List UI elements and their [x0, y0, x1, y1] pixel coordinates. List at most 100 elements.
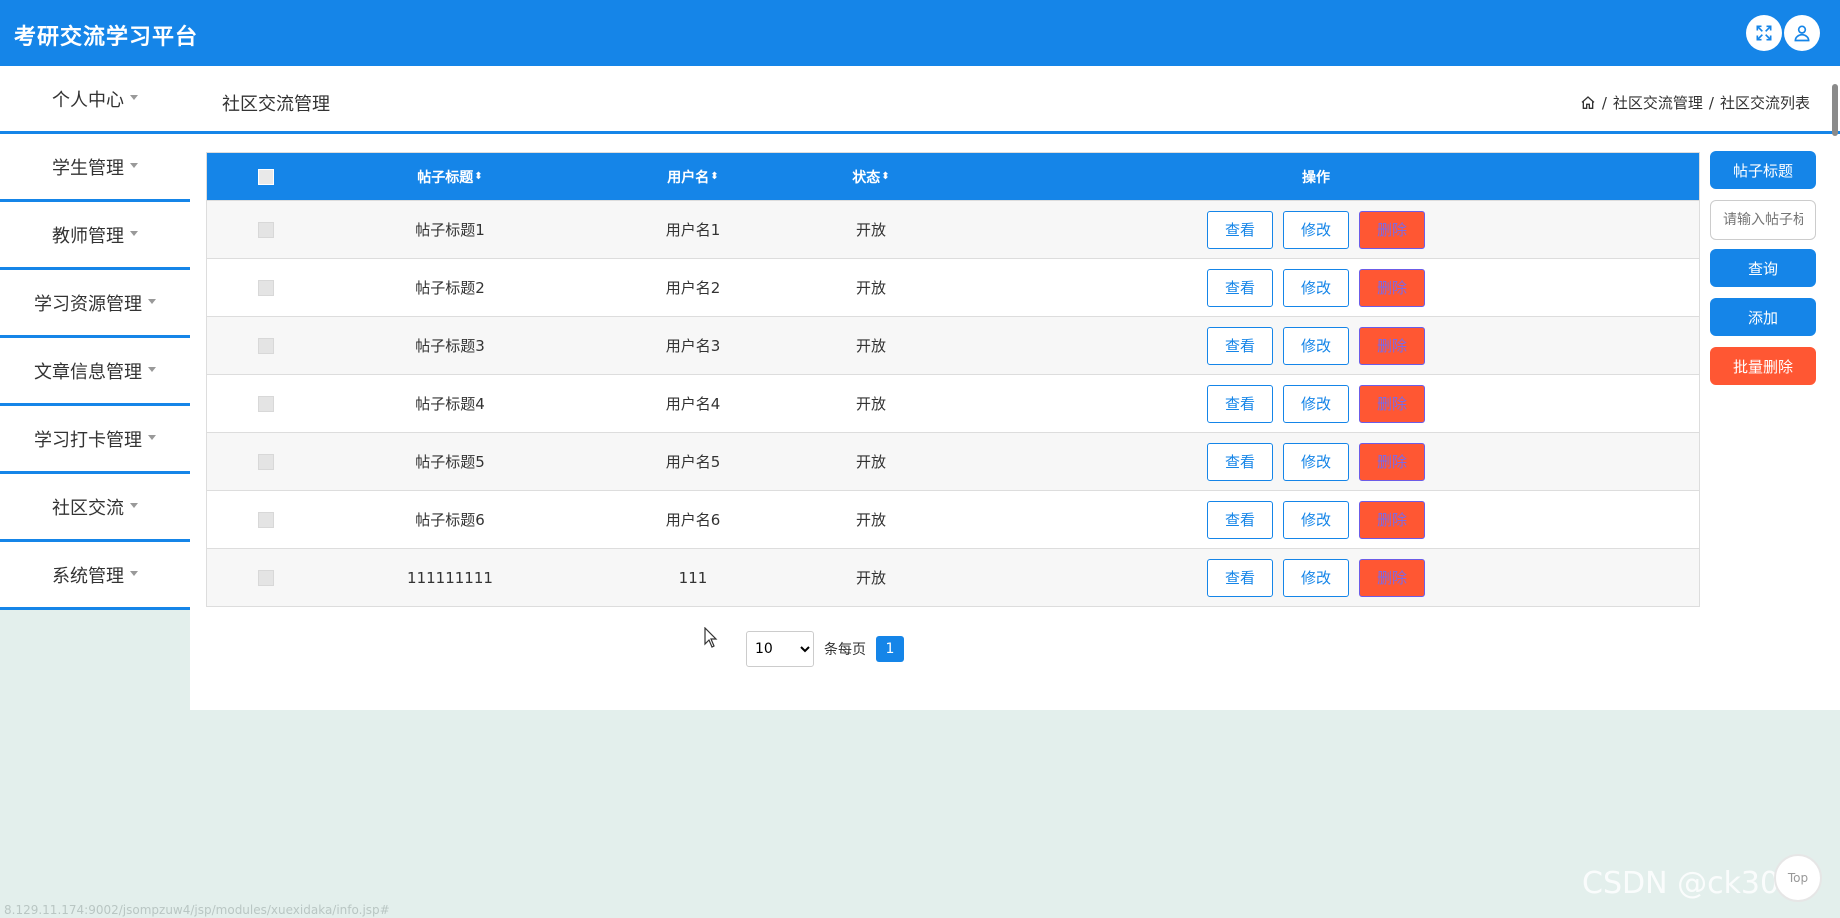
- delete-button[interactable]: 删除: [1359, 500, 1425, 539]
- page-number-button[interactable]: 1: [876, 636, 904, 662]
- cell-status: 开放: [855, 337, 886, 355]
- sidebar-item-community[interactable]: 社区交流: [0, 474, 190, 542]
- cell-user: 用户名4: [665, 395, 721, 413]
- page-size-select[interactable]: 10: [746, 631, 814, 667]
- sort-icon: ⬍: [474, 171, 483, 182]
- sidebar-item-label: 教师管理: [52, 225, 124, 247]
- fullscreen-button[interactable]: [1746, 15, 1782, 51]
- row-checkbox[interactable]: [258, 395, 274, 412]
- scrollbar-thumb[interactable]: [1832, 84, 1838, 136]
- sidebar-item-resources[interactable]: 学习资源管理: [0, 270, 190, 338]
- sidebar-item-system[interactable]: 系统管理: [0, 542, 190, 610]
- row-checkbox[interactable]: [258, 511, 274, 528]
- chevron-down-icon: [148, 435, 156, 440]
- field-label-button[interactable]: 帖子标题: [1710, 151, 1816, 189]
- table-row: 帖子标题2 用户名2 开放 查看 修改 删除: [207, 258, 1699, 316]
- delete-button[interactable]: 删除: [1359, 558, 1425, 597]
- row-checkbox[interactable]: [258, 279, 274, 296]
- edit-button[interactable]: 修改: [1283, 384, 1349, 423]
- delete-button[interactable]: 删除: [1359, 326, 1425, 365]
- back-to-top-button[interactable]: Top: [1774, 854, 1822, 902]
- cell-status: 开放: [855, 569, 886, 587]
- cell-status: 开放: [855, 279, 886, 297]
- row-checkbox[interactable]: [258, 453, 274, 470]
- main-content: 社区交流管理 / 社区交流管理 / 社区交流列表 帖子标题 ⬍ 用户名 ⬍ 状态 ⬍ …: [190, 66, 1840, 710]
- view-button[interactable]: 查看: [1207, 442, 1273, 481]
- view-button[interactable]: 查看: [1207, 384, 1273, 423]
- sidebar-item-personal-center[interactable]: 个人中心: [0, 66, 190, 134]
- chevron-down-icon: [130, 95, 138, 100]
- query-button[interactable]: 查询: [1710, 249, 1816, 287]
- view-button[interactable]: 查看: [1207, 210, 1273, 249]
- sidebar-item-label: 学习资源管理: [34, 293, 142, 315]
- breadcrumb-level1[interactable]: 社区交流管理: [1613, 92, 1703, 113]
- edit-button[interactable]: 修改: [1283, 210, 1349, 249]
- title-bar: 社区交流管理 / 社区交流管理 / 社区交流列表: [190, 66, 1840, 134]
- edit-button[interactable]: 修改: [1283, 326, 1349, 365]
- edit-button[interactable]: 修改: [1283, 442, 1349, 481]
- row-checkbox[interactable]: [258, 221, 274, 238]
- row-actions: 查看 修改 删除: [1202, 326, 1430, 365]
- cell-title: 111111111: [407, 568, 493, 587]
- view-button[interactable]: 查看: [1207, 268, 1273, 307]
- batch-delete-button[interactable]: 批量删除: [1710, 347, 1816, 385]
- breadcrumb: / 社区交流管理 / 社区交流列表: [1580, 92, 1810, 113]
- per-page-label: 条每页: [824, 642, 866, 658]
- breadcrumb-level2: 社区交流列表: [1719, 94, 1810, 112]
- cell-status: 开放: [855, 453, 886, 471]
- cell-status: 开放: [855, 395, 886, 413]
- column-header-title[interactable]: 帖子标题 ⬍: [325, 153, 575, 200]
- home-icon[interactable]: [1580, 95, 1596, 111]
- edit-button[interactable]: 修改: [1283, 500, 1349, 539]
- cell-title: 帖子标题5: [415, 453, 485, 471]
- status-bar-url: 8.129.11.174:9002/jsompzuw4/jsp/modules/…: [4, 903, 390, 917]
- column-header-status[interactable]: 状态 ⬍: [811, 153, 931, 200]
- mouse-cursor-icon: [704, 627, 718, 648]
- cell-title: 帖子标题4: [415, 395, 485, 413]
- view-button[interactable]: 查看: [1207, 558, 1273, 597]
- chevron-down-icon: [148, 299, 156, 304]
- edit-button[interactable]: 修改: [1283, 268, 1349, 307]
- row-actions: 查看 修改 删除: [1202, 558, 1430, 597]
- edit-button[interactable]: 修改: [1283, 558, 1349, 597]
- top-bar: 考研交流学习平台: [0, 0, 1840, 66]
- delete-button[interactable]: 删除: [1359, 442, 1425, 481]
- page-title: 社区交流管理: [222, 94, 330, 115]
- cell-title: 帖子标题6: [415, 511, 485, 529]
- chevron-down-icon: [130, 231, 138, 236]
- sidebar-item-teachers[interactable]: 教师管理: [0, 202, 190, 270]
- sidebar-item-students[interactable]: 学生管理: [0, 134, 190, 202]
- cell-status: 开放: [855, 221, 886, 239]
- expand-icon: [1756, 25, 1772, 41]
- sidebar-item-label: 学生管理: [52, 157, 124, 179]
- table-row: 帖子标题5 用户名5 开放 查看 修改 删除: [207, 432, 1699, 490]
- cell-user: 111: [678, 568, 708, 587]
- cell-title: 帖子标题2: [415, 279, 485, 297]
- sidebar-item-checkin[interactable]: 学习打卡管理: [0, 406, 190, 474]
- delete-button[interactable]: 删除: [1359, 384, 1425, 423]
- row-actions: 查看 修改 删除: [1202, 384, 1430, 423]
- select-all-checkbox[interactable]: [258, 168, 274, 185]
- row-checkbox[interactable]: [258, 569, 274, 586]
- column-header-user[interactable]: 用户名 ⬍: [575, 153, 811, 200]
- cell-title: 帖子标题3: [415, 337, 485, 355]
- sort-icon: ⬍: [710, 171, 719, 182]
- row-actions: 查看 修改 删除: [1202, 442, 1430, 481]
- delete-button[interactable]: 删除: [1359, 268, 1425, 307]
- delete-button[interactable]: 删除: [1359, 210, 1425, 249]
- search-input[interactable]: [1710, 200, 1816, 240]
- row-checkbox[interactable]: [258, 337, 274, 354]
- add-button[interactable]: 添加: [1710, 298, 1816, 336]
- cell-status: 开放: [855, 511, 886, 529]
- view-button[interactable]: 查看: [1207, 500, 1273, 539]
- table-row: 帖子标题6 用户名6 开放 查看 修改 删除: [207, 490, 1699, 548]
- sort-icon: ⬍: [881, 171, 890, 182]
- column-header-ops: 操作: [1302, 169, 1330, 186]
- user-button[interactable]: [1784, 15, 1820, 51]
- table-header: 帖子标题 ⬍ 用户名 ⬍ 状态 ⬍ 操作: [207, 153, 1699, 200]
- cell-user: 用户名1: [665, 221, 721, 239]
- view-button[interactable]: 查看: [1207, 326, 1273, 365]
- cell-user: 用户名2: [665, 279, 721, 297]
- cell-user: 用户名6: [665, 511, 721, 529]
- sidebar-item-articles[interactable]: 文章信息管理: [0, 338, 190, 406]
